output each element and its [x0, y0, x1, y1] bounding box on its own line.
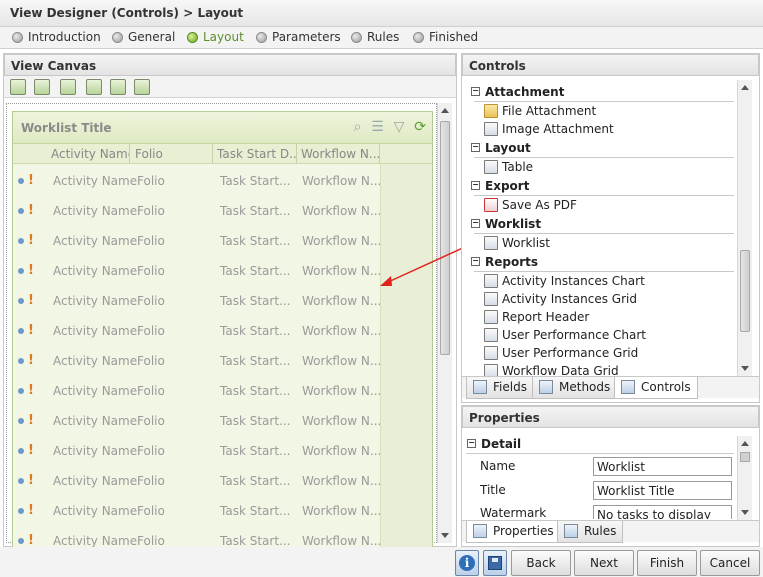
chart-icon [484, 274, 498, 288]
collapse-icon[interactable]: − [471, 257, 480, 266]
folder-icon [484, 104, 498, 118]
info-button[interactable]: i [455, 550, 479, 576]
table-icon [484, 160, 498, 174]
report-icon [484, 310, 498, 324]
collapse-icon[interactable]: − [471, 219, 480, 228]
tab-rules[interactable]: Rules [557, 521, 624, 543]
controls-tabs: Fields Methods Controls [462, 376, 759, 399]
control-workflow-data-grid[interactable]: Workflow Data Grid [484, 364, 619, 376]
group-layout[interactable]: − Layout [471, 141, 531, 155]
control-table[interactable]: Table [484, 160, 533, 174]
control-user-performance-chart[interactable]: User Performance Chart [484, 328, 646, 342]
group-divider [474, 195, 734, 196]
control-user-performance-grid[interactable]: User Performance Grid [484, 346, 638, 360]
grid-icon [484, 292, 498, 306]
control-image-attachment[interactable]: Image Attachment [484, 122, 614, 136]
control-worklist[interactable]: Worklist [484, 236, 550, 250]
finish-button[interactable]: Finish [637, 550, 697, 576]
section-detail[interactable]: − Detail [467, 437, 521, 451]
chart-icon [484, 328, 498, 342]
group-divider [474, 271, 734, 272]
group-reports[interactable]: − Reports [471, 255, 538, 269]
name-field[interactable]: Worklist [593, 457, 732, 476]
control-activity-instances-grid[interactable]: Activity Instances Grid [484, 292, 637, 306]
properties-tabs: Properties Rules [462, 520, 759, 543]
save-icon [488, 556, 502, 570]
control-save-as-pdf[interactable]: Save As PDF [484, 198, 577, 212]
rules-icon [564, 524, 578, 538]
properties-icon [473, 524, 487, 538]
prop-label-watermark: Watermark [480, 506, 547, 520]
watermark-field[interactable]: No tasks to display [593, 505, 732, 519]
scroll-down-icon[interactable] [741, 366, 749, 371]
info-icon: i [459, 555, 475, 571]
collapse-icon[interactable]: − [471, 87, 480, 96]
control-activity-instances-chart[interactable]: Activity Instances Chart [484, 274, 645, 288]
prop-label-name: Name [480, 459, 516, 473]
controls-icon [621, 380, 635, 394]
group-worklist[interactable]: − Worklist [471, 217, 541, 231]
tab-controls[interactable]: Controls [614, 377, 698, 399]
collapse-icon[interactable]: − [471, 181, 480, 190]
scroll-up-icon[interactable] [741, 441, 749, 446]
image-icon [484, 122, 498, 136]
drag-arrow-head [380, 276, 392, 286]
group-attachment[interactable]: − Attachment [471, 85, 564, 99]
scroll-up-icon[interactable] [741, 85, 749, 90]
tab-properties[interactable]: Properties [466, 521, 561, 543]
worklist-icon [484, 236, 498, 250]
properties-header: Properties [462, 406, 759, 428]
scroll-thumb[interactable] [740, 452, 750, 462]
back-button[interactable]: Back [511, 550, 571, 576]
properties-scrollbar[interactable] [737, 436, 752, 520]
group-divider [474, 233, 734, 234]
prop-label-title: Title [480, 483, 506, 497]
group-export[interactable]: − Export [471, 179, 529, 193]
tab-methods[interactable]: Methods [532, 377, 618, 399]
group-divider [474, 101, 734, 102]
grid-icon [484, 346, 498, 360]
control-report-header[interactable]: Report Header [484, 310, 589, 324]
save-button[interactable] [483, 550, 507, 576]
grid-icon [484, 364, 498, 376]
section-divider [466, 453, 734, 454]
scroll-thumb[interactable] [740, 250, 750, 332]
control-file-attachment[interactable]: File Attachment [484, 104, 596, 118]
next-button[interactable]: Next [574, 550, 634, 576]
title-field[interactable]: Worklist Title [593, 481, 732, 500]
scroll-down-icon[interactable] [741, 510, 749, 515]
group-divider [474, 157, 734, 158]
methods-icon [539, 380, 553, 394]
controls-header: Controls [462, 54, 759, 76]
cancel-button[interactable]: Cancel [700, 550, 760, 576]
collapse-icon[interactable]: − [467, 439, 476, 448]
collapse-icon[interactable]: − [471, 143, 480, 152]
pdf-icon [484, 198, 498, 212]
tab-fields[interactable]: Fields [466, 377, 534, 399]
fields-icon [473, 380, 487, 394]
controls-scrollbar[interactable] [737, 80, 752, 376]
